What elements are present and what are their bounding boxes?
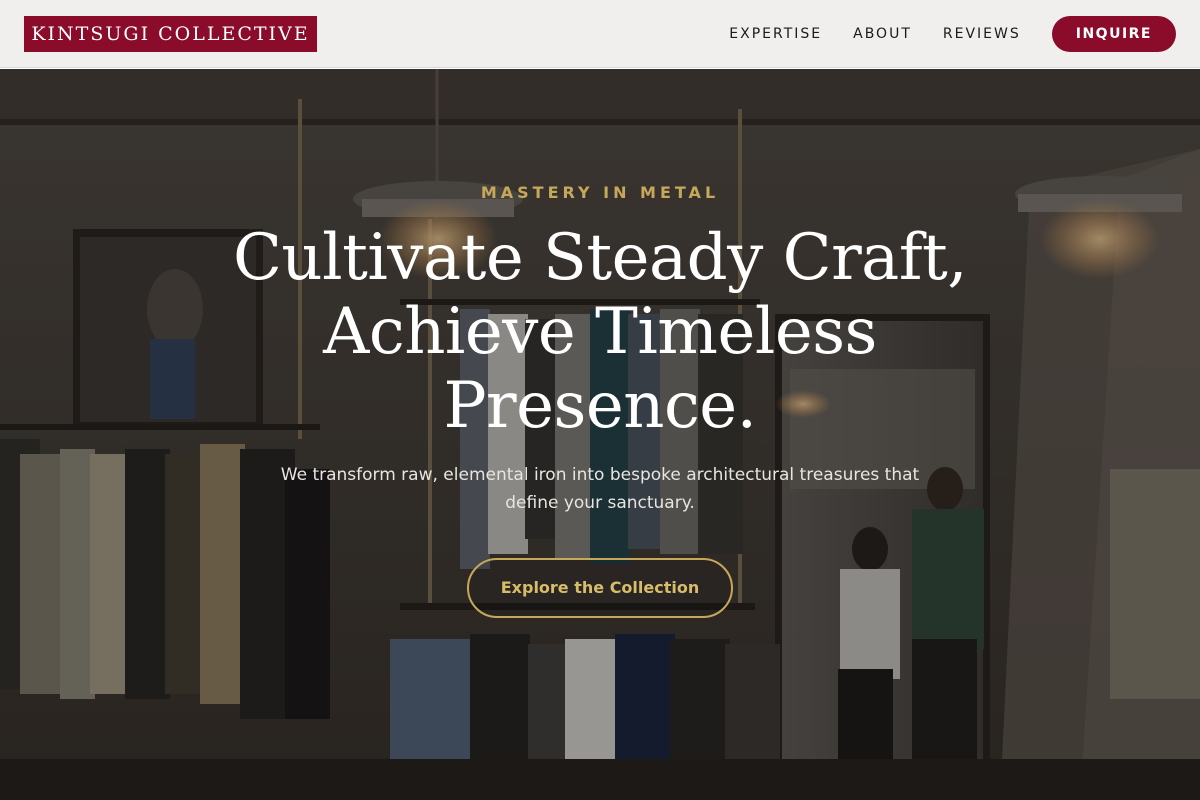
subtext-line-2: define your sanctuary. (505, 493, 695, 513)
headline-line-1: Cultivate Steady Craft, (232, 221, 968, 295)
main-nav: EXPERTISE ABOUT REVIEWS INQUIRE (729, 16, 1176, 52)
hero-content: MASTERY IN METAL Cultivate Steady Craft,… (0, 69, 1200, 800)
explore-collection-button[interactable]: Explore the Collection (467, 558, 733, 618)
nav-link-expertise[interactable]: EXPERTISE (729, 26, 822, 42)
headline-line-2: Achieve Timeless (323, 295, 877, 369)
hero-subtext: We transform raw, elemental iron into be… (250, 461, 950, 517)
site-header: KINTSUGI COLLECTIVE EXPERTISE ABOUT REVI… (0, 0, 1200, 68)
nav-link-reviews[interactable]: REVIEWS (943, 26, 1021, 42)
logo[interactable]: KINTSUGI COLLECTIVE (24, 16, 317, 52)
inquire-button[interactable]: INQUIRE (1051, 16, 1176, 52)
hero-section: MASTERY IN METAL Cultivate Steady Craft,… (0, 69, 1200, 800)
hero-eyebrow: MASTERY IN METAL (480, 183, 720, 202)
nav-link-about[interactable]: ABOUT (853, 26, 912, 42)
hero-headline: Cultivate Steady Craft, Achieve Timeless… (150, 221, 1050, 443)
subtext-line-1: We transform raw, elemental iron into be… (280, 465, 920, 485)
headline-line-3: Presence. (443, 369, 757, 443)
